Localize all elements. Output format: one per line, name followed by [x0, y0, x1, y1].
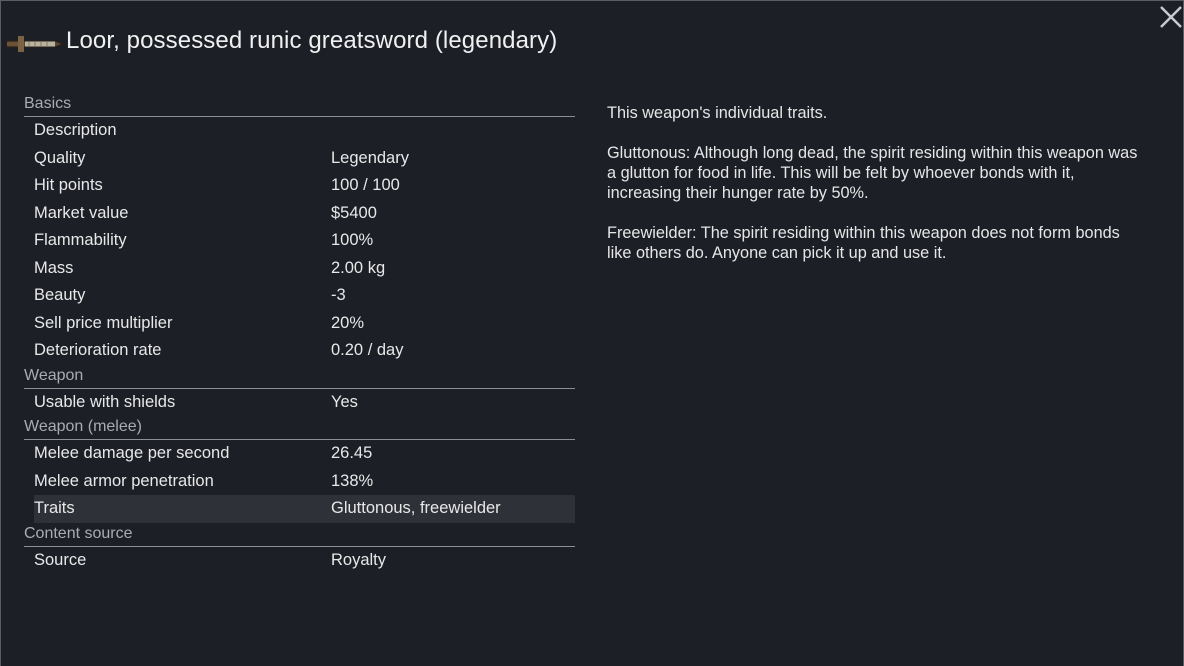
stat-row-source[interactable]: Source Royalty — [24, 547, 575, 575]
stat-value: 138% — [331, 471, 374, 490]
stat-row-usable-with-shields[interactable]: Usable with shields Yes — [24, 389, 575, 417]
stat-row-description[interactable]: Description — [24, 117, 575, 145]
stat-label: Beauty — [34, 286, 86, 304]
stat-label: Source — [34, 550, 87, 569]
stat-value: Gluttonous, freewielder — [331, 499, 501, 517]
stat-label: Description — [34, 121, 117, 139]
stat-value: $5400 — [331, 203, 377, 222]
stat-value: 0.20 / day — [331, 341, 404, 359]
stat-row-quality[interactable]: Quality Legendary — [24, 145, 575, 173]
stat-value: Legendary — [331, 148, 409, 167]
section-header-basics: Basics — [24, 93, 575, 117]
stat-label: Melee armor penetration — [34, 471, 214, 490]
stat-row-mass[interactable]: Mass 2.00 kg — [24, 255, 575, 283]
stat-row-melee-dps[interactable]: Melee damage per second 26.45 — [24, 440, 575, 468]
stat-value: 100 / 100 — [331, 176, 400, 194]
stat-label: Deterioration rate — [34, 341, 162, 359]
stat-value: 100% — [331, 231, 374, 249]
stat-row-deterioration-rate[interactable]: Deterioration rate 0.20 / day — [24, 337, 575, 365]
stat-value: Yes — [331, 392, 358, 411]
stat-row-sell-price-multiplier[interactable]: Sell price multiplier 20% — [24, 310, 575, 338]
description-intro: This weapon's individual traits. — [607, 104, 828, 122]
stat-label: Flammability — [34, 231, 127, 249]
greatsword-icon — [6, 36, 65, 52]
stat-value: -3 — [331, 286, 346, 304]
window-title: Loor, possessed runic greatsword (legend… — [66, 27, 558, 54]
stat-row-market-value[interactable]: Market value $5400 — [24, 200, 575, 228]
stat-value: 26.45 — [331, 444, 373, 462]
stat-label: Sell price multiplier — [34, 313, 173, 332]
stat-label: Usable with shields — [34, 392, 176, 411]
stat-description-panel: This weapon's individual traits. Glutton… — [607, 103, 1147, 283]
close-icon[interactable] — [1157, 3, 1184, 31]
stat-label: Hit points — [34, 176, 103, 194]
stat-row-flammability[interactable]: Flammability 100% — [24, 227, 575, 255]
stat-label: Traits — [34, 499, 75, 517]
stat-row-beauty[interactable]: Beauty -3 — [24, 282, 575, 310]
stat-row-traits[interactable]: Traits Gluttonous, freewielder — [34, 495, 575, 523]
stat-value: 20% — [331, 313, 365, 332]
section-header-weapon: Weapon — [24, 365, 575, 389]
stat-row-hit-points[interactable]: Hit points 100 / 100 — [24, 172, 575, 200]
stat-label: Market value — [34, 203, 129, 222]
section-header-melee: Weapon (melee) — [24, 416, 575, 440]
stat-label: Quality — [34, 148, 86, 167]
stat-value: 2.00 kg — [331, 258, 386, 277]
section-header-content-source: Content source — [24, 523, 575, 547]
stat-row-melee-armor-penetration[interactable]: Melee armor penetration 138% — [24, 468, 575, 496]
item-info-window: Loor, possessed runic greatsword (legend… — [0, 0, 1184, 666]
stat-value: Royalty — [331, 550, 387, 569]
stat-label: Melee damage per second — [34, 444, 230, 462]
stats-table: Basics Description Quality Legendary Hit… — [24, 93, 575, 574]
description-trait-gluttonous: Gluttonous: Although long dead, the spir… — [607, 144, 1138, 202]
description-trait-freewielder: Freewielder: The spirit residing within … — [607, 224, 1120, 262]
stat-label: Mass — [34, 258, 74, 277]
